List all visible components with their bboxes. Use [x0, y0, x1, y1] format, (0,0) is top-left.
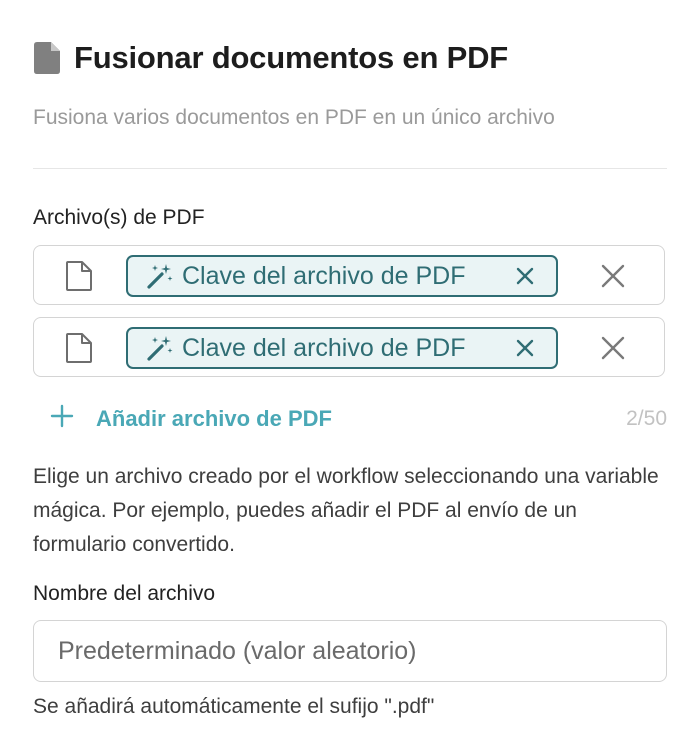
plus-icon — [50, 404, 74, 433]
add-pdf-file-button[interactable]: Añadir archivo de PDF — [50, 404, 332, 433]
chip-label: Clave del archivo de PDF — [182, 261, 466, 290]
chip-remove-close-icon[interactable] — [514, 265, 536, 292]
remove-row-close-icon[interactable] — [601, 336, 625, 365]
remove-row-close-icon[interactable] — [601, 264, 625, 293]
pdf-files-help-text: Elige un archivo creado por el workflow … — [33, 465, 659, 556]
magic-wand-icon — [146, 334, 174, 362]
pdf-files-label: Archivo(s) de PDF — [33, 206, 205, 229]
header-divider — [33, 168, 667, 169]
pdf-file-row: Clave del archivo de PDF — [33, 317, 665, 377]
page-subtitle: Fusiona varios documentos en PDF en un ú… — [33, 106, 555, 129]
chip-remove-close-icon[interactable] — [514, 337, 536, 364]
document-icon — [34, 42, 60, 74]
file-outline-icon — [66, 261, 92, 296]
filename-label: Nombre del archivo — [33, 582, 216, 605]
chip-label: Clave del archivo de PDF — [182, 333, 466, 362]
filename-suffix-hint: Se añadirá automáticamente el sufijo ".p… — [33, 695, 435, 718]
file-counter: 2/50 — [626, 407, 667, 430]
file-outline-icon — [66, 333, 92, 368]
page-title: Fusionar documentos en PDF — [74, 40, 509, 75]
filename-input[interactable] — [33, 620, 667, 682]
magic-variable-chip[interactable]: Clave del archivo de PDF — [126, 327, 558, 369]
magic-wand-icon — [146, 262, 174, 290]
magic-variable-chip[interactable]: Clave del archivo de PDF — [126, 255, 558, 297]
pdf-file-row: Clave del archivo de PDF — [33, 245, 665, 305]
add-pdf-file-label: Añadir archivo de PDF — [96, 405, 332, 431]
panel-header: Fusionar documentos en PDF — [34, 40, 508, 76]
